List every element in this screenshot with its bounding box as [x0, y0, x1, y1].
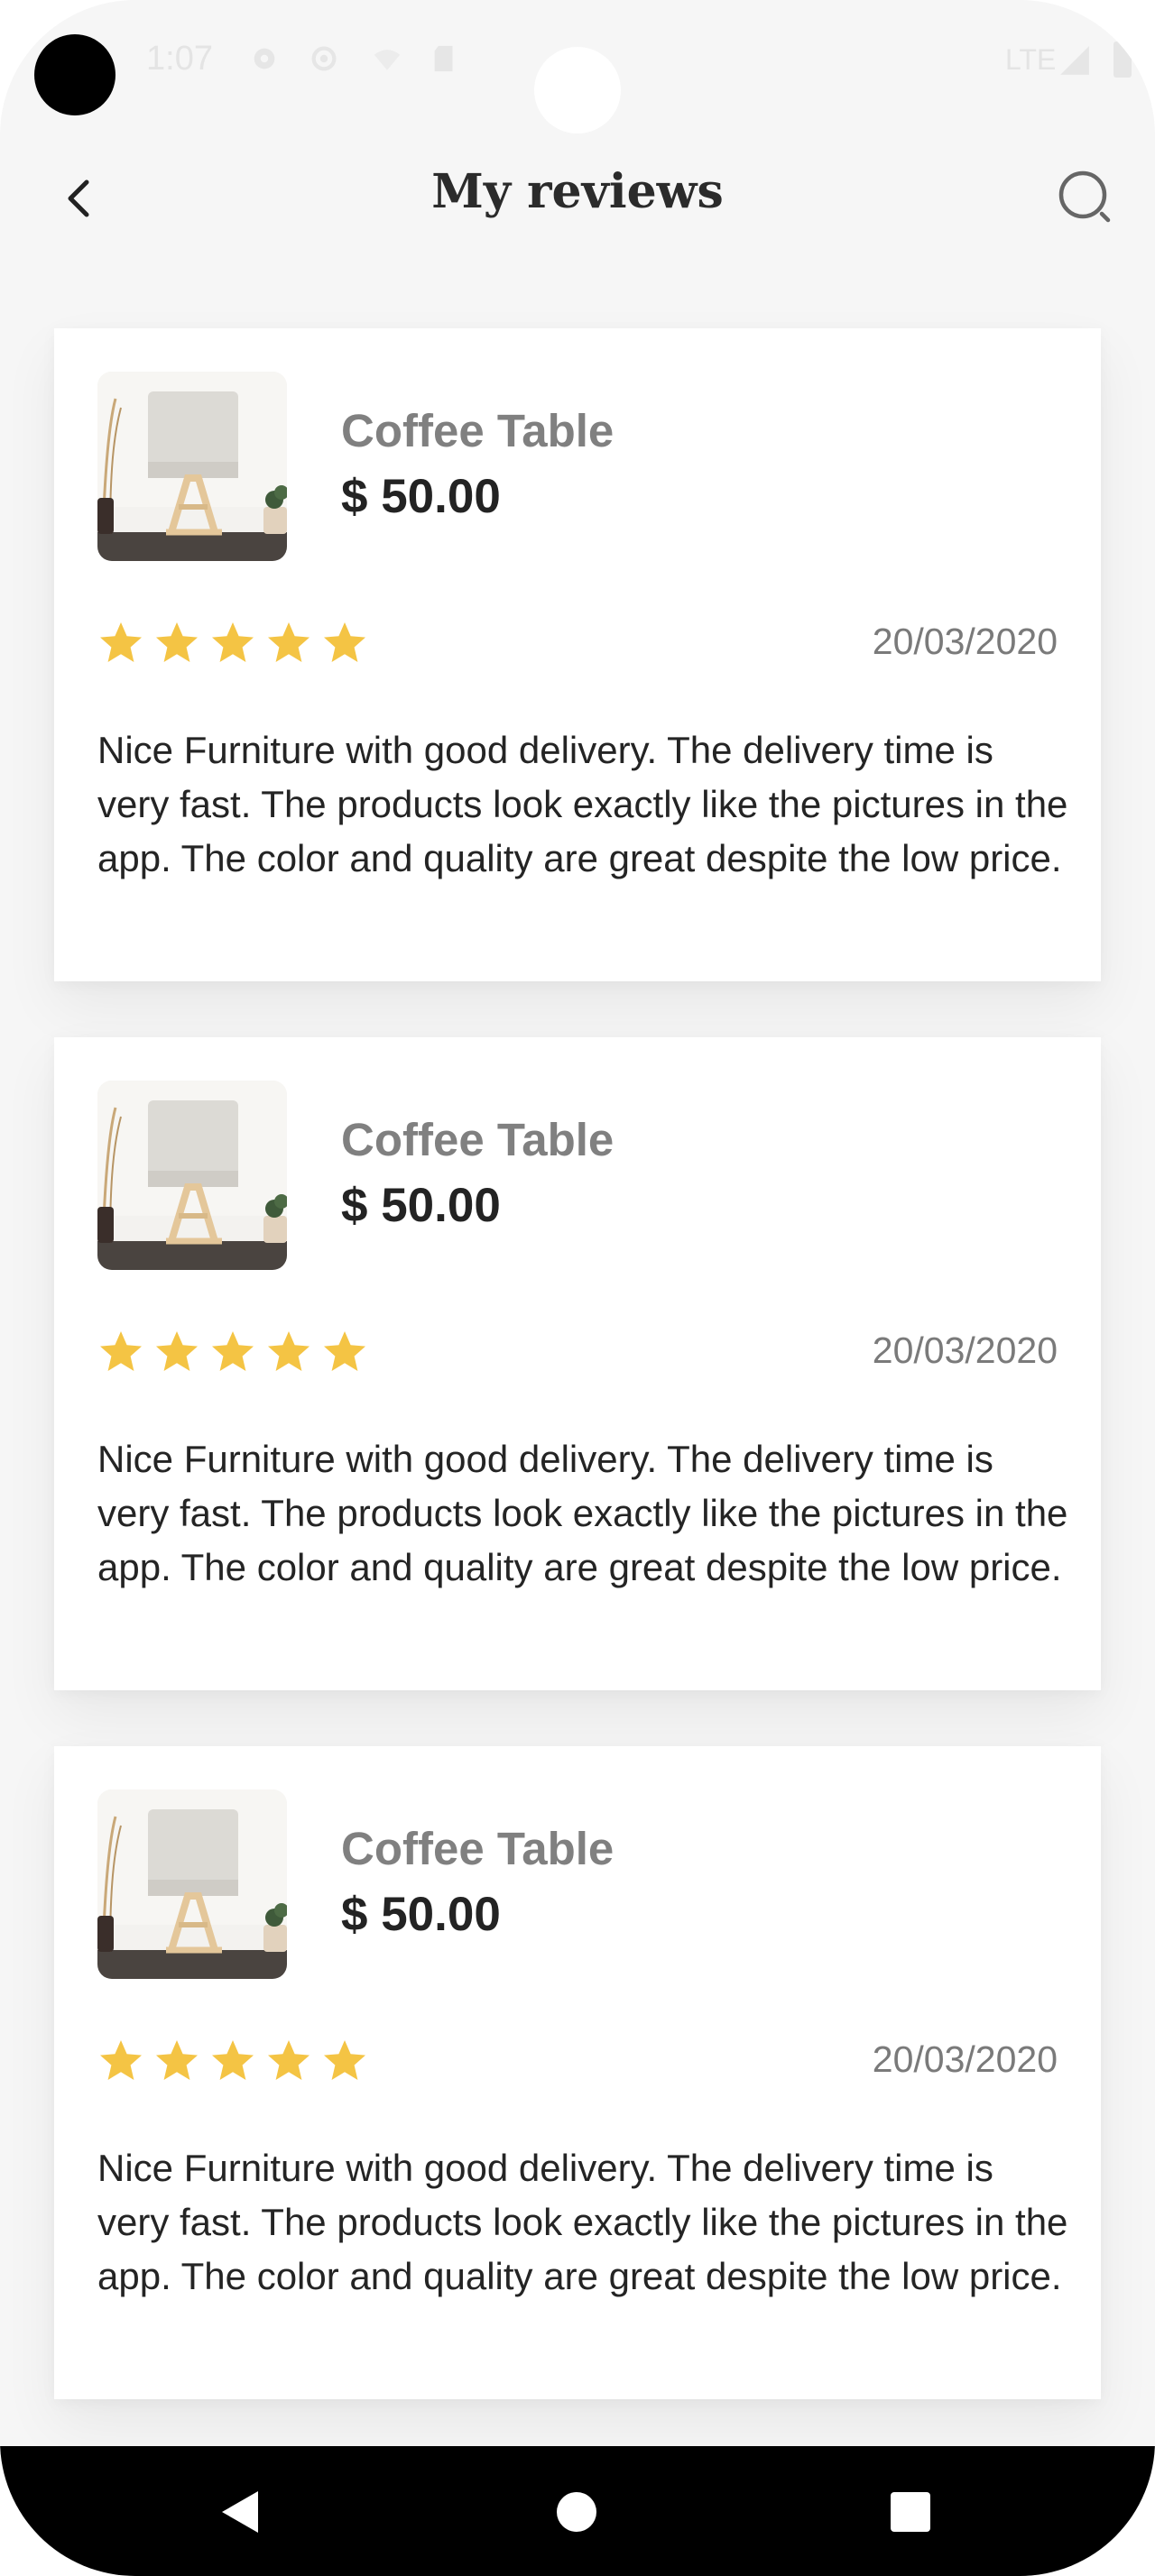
star-rating — [96, 619, 370, 669]
settings-icon — [311, 46, 337, 71]
review-list: Coffee Table $ 50.00 20/03/2020 Nice Fur… — [54, 328, 1101, 2455]
search-button[interactable] — [1054, 166, 1119, 231]
review-text: Nice Furniture with good delivery. The d… — [97, 2147, 1068, 2297]
star-icon — [156, 2040, 198, 2080]
star-icon — [212, 622, 254, 662]
product-price: $ 50.00 — [341, 1179, 501, 1232]
product-thumbnail[interactable] — [97, 372, 287, 561]
review-card[interactable]: Coffee Table $ 50.00 20/03/2020 Nice Fur… — [54, 1746, 1101, 2399]
top-app-bar: My reviews — [0, 144, 1155, 253]
triangle-back-icon — [222, 2491, 258, 2533]
nav-recents-button[interactable] — [879, 2480, 942, 2544]
star-icon — [212, 1331, 254, 1371]
star-icon — [324, 1331, 365, 1371]
settings-icon — [254, 48, 275, 69]
product-price: $ 50.00 — [341, 470, 501, 523]
product-name: Coffee Table — [341, 1823, 614, 1874]
network-type: LTE — [1005, 43, 1057, 76]
star-rating — [96, 2037, 370, 2087]
status-time: 1:07 — [146, 40, 213, 78]
review-card[interactable]: Coffee Table $ 50.00 20/03/2020 Nice Fur… — [54, 1037, 1101, 1690]
star-icon — [324, 622, 365, 662]
phone-screen: 1:07 LTE My reviews Coffee Table $ 50.00… — [0, 0, 1155, 2576]
review-text: Nice Furniture with good delivery. The d… — [97, 729, 1068, 879]
review-text: Nice Furniture with good delivery. The d… — [97, 1438, 1068, 1588]
wifi-off-icon — [374, 50, 401, 70]
star-icon — [100, 2040, 142, 2080]
lamp-product-icon — [97, 1789, 287, 1979]
star-icon — [156, 622, 198, 662]
star-icon — [268, 1331, 310, 1371]
nav-home-button[interactable] — [545, 2480, 608, 2544]
square-recents-icon — [891, 2492, 930, 2532]
product-price: $ 50.00 — [341, 1888, 501, 1941]
star-rating — [96, 1328, 370, 1378]
product-thumbnail[interactable] — [97, 1081, 287, 1270]
review-card[interactable]: Coffee Table $ 50.00 20/03/2020 Nice Fur… — [54, 328, 1101, 981]
product-name: Coffee Table — [341, 1114, 614, 1165]
product-thumbnail[interactable] — [97, 1789, 287, 1979]
circle-home-icon — [557, 2492, 596, 2532]
page-title: My reviews — [431, 164, 724, 219]
lamp-product-icon — [97, 1081, 287, 1270]
review-date: 20/03/2020 — [872, 2038, 1058, 2080]
star-icon — [100, 1331, 142, 1371]
battery-icon — [1113, 41, 1132, 78]
front-camera — [34, 34, 116, 115]
star-icon — [268, 2040, 310, 2080]
review-date: 20/03/2020 — [872, 1329, 1058, 1371]
star-icon — [212, 2040, 254, 2080]
product-name: Coffee Table — [341, 405, 614, 456]
lamp-product-icon — [97, 372, 287, 561]
camera-notch — [534, 47, 621, 133]
sd-card-icon — [434, 45, 453, 72]
review-date: 20/03/2020 — [872, 621, 1058, 662]
signal-icon — [1060, 46, 1089, 75]
system-nav-bar — [0, 2446, 1155, 2576]
star-icon — [324, 2040, 365, 2080]
star-icon — [156, 1331, 198, 1371]
search-icon — [1058, 170, 1111, 223]
star-icon — [268, 622, 310, 662]
star-icon — [100, 622, 142, 662]
nav-back-button[interactable] — [209, 2480, 273, 2544]
status-bar: 1:07 LTE — [0, 0, 1155, 133]
